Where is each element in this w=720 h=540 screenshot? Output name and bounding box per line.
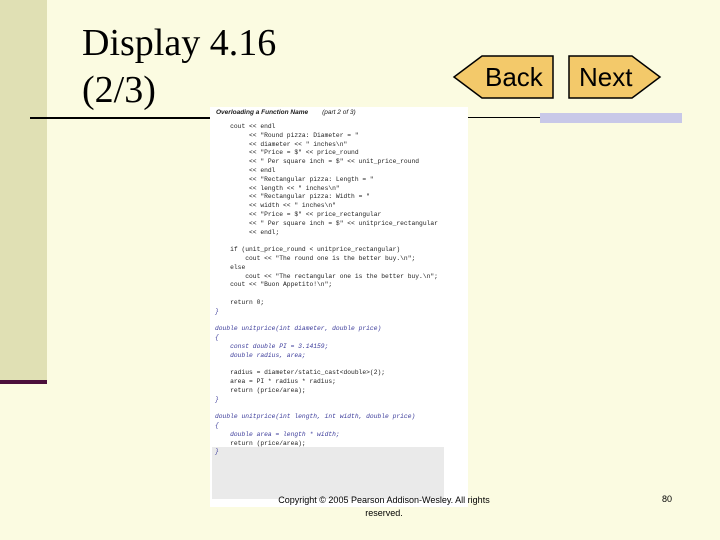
- code-line: return 0;: [215, 298, 265, 306]
- left-accent-bar-base: [0, 380, 47, 384]
- code-listing-image: Overloading a Function Name (part 2 of 3)…: [210, 107, 468, 507]
- code-line: {: [215, 334, 219, 342]
- copyright-text: Copyright © 2005 Pearson Addison-Wesley.…: [278, 495, 490, 518]
- code-listing-text: cout << endl << "Round pizza: Diameter =…: [215, 123, 438, 457]
- code-line: const double PI = 3.14159;: [215, 342, 329, 350]
- code-line: << diameter << " inches\n": [215, 140, 348, 148]
- next-button[interactable]: Next: [568, 53, 662, 101]
- code-line: cout << endl: [215, 123, 276, 130]
- code-line: cout << "The round one is the better buy…: [215, 254, 416, 262]
- code-listing-heading: Overloading a Function Name (part 2 of 3): [216, 109, 356, 116]
- code-line: double unitprice(int diameter, double pr…: [215, 325, 382, 333]
- title-underline-box: [540, 113, 682, 123]
- slide-title-line1: Display 4.16: [82, 22, 277, 64]
- code-line: << width << " inches\n": [215, 202, 336, 210]
- code-line: cout << "Buon Appetito!\n";: [215, 281, 333, 289]
- code-line: cout << "The rectangular one is the bett…: [215, 272, 438, 280]
- code-line: << " Per square inch = $" << unitprice_r…: [215, 219, 438, 227]
- code-line: << "Rectangular pizza: Length = ": [215, 175, 374, 183]
- code-line: double unitprice(int length, int width, …: [215, 413, 416, 421]
- left-accent-bar: [0, 0, 47, 383]
- code-line: {: [215, 422, 219, 430]
- code-line: << "Price = $" << price_round: [215, 149, 359, 157]
- code-line: radius = diameter/static_cast<double>(2)…: [215, 369, 386, 377]
- code-listing-part: (part 2 of 3): [322, 109, 356, 116]
- back-button[interactable]: Back: [452, 53, 554, 101]
- slide-title: Display 4.16 (2/3): [82, 20, 276, 114]
- code-line: return (price/area);: [215, 439, 306, 447]
- code-line: double radius, area;: [215, 351, 306, 359]
- back-button-label: Back: [485, 62, 543, 92]
- code-line: }: [215, 395, 219, 403]
- code-line: << " Per square inch = $" << unit_price_…: [215, 158, 420, 166]
- code-line: << "Rectangular pizza: Width = ": [215, 193, 370, 201]
- title-underline: [30, 117, 215, 119]
- title-underline-right: [468, 117, 540, 118]
- code-line: if (unit_price_round < unitprice_rectang…: [215, 246, 401, 254]
- page-number: 80: [662, 494, 673, 504]
- code-line: }: [215, 307, 219, 315]
- code-line: area = PI * radius * radius;: [215, 378, 336, 386]
- code-line: << length << " inches\n": [215, 184, 340, 192]
- code-line: << "Round pizza: Diameter = ": [215, 131, 359, 139]
- code-line: double area = length * width;: [215, 430, 340, 438]
- code-line: << "Price = $" << price_rectangular: [215, 210, 382, 218]
- code-line: }: [215, 448, 219, 456]
- code-line: return (price/area);: [215, 386, 306, 394]
- next-button-label: Next: [579, 62, 633, 92]
- code-line: << endl;: [215, 228, 280, 236]
- code-line: << endl: [215, 166, 276, 174]
- code-listing-heading-text: Overloading a Function Name: [216, 109, 309, 116]
- code-line: else: [215, 263, 246, 271]
